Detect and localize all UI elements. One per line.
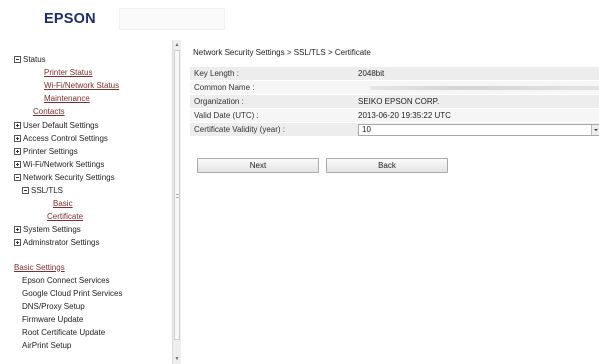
page-header: EPSON bbox=[0, 0, 599, 36]
scroll-grip-icon bbox=[176, 194, 179, 198]
sidebar-item-label: Printer Status bbox=[44, 68, 93, 78]
sidebar-item-label: Maintenance bbox=[44, 94, 90, 104]
valid-date-row: Valid Date (UTC) : 2013-06-20 19:35:22 U… bbox=[190, 109, 599, 123]
sidebar-item-basic-settings[interactable]: Basic Settings bbox=[14, 262, 65, 273]
certificate-info-table: Key Length : 2048bit Common Name : Organ… bbox=[190, 67, 599, 137]
sidebar-item-status[interactable]: Status bbox=[14, 54, 46, 65]
scroll-down-arrow-icon[interactable]: ▼ bbox=[173, 355, 181, 363]
sidebar-item-label: Network Security Settings bbox=[23, 172, 115, 182]
sidebar-item-certificate[interactable]: Certificate bbox=[47, 211, 83, 222]
collapse-minus-icon[interactable] bbox=[14, 173, 21, 181]
valid-date-label: Valid Date (UTC) : bbox=[194, 111, 259, 120]
expand-plus-icon[interactable] bbox=[14, 147, 21, 155]
sidebar-item-basic[interactable]: Basic bbox=[53, 198, 73, 209]
sidebar-item-label: Root Certificate Update bbox=[22, 328, 106, 337]
dropdown-arrow-icon[interactable] bbox=[591, 125, 599, 135]
sidebar-item-label: Firmware Update bbox=[22, 314, 84, 324]
epson-logo: EPSON bbox=[44, 11, 96, 27]
expand-plus-icon[interactable] bbox=[14, 226, 21, 234]
sidebar-item-wi-fi-network-status[interactable]: Wi-Fi/Network Status bbox=[44, 80, 119, 91]
common-name-label: Common Name : bbox=[194, 83, 255, 92]
header-blank-area bbox=[119, 8, 225, 30]
organization-value: SEIKO EPSON CORP. bbox=[358, 97, 440, 106]
common-name-value-blurred bbox=[370, 86, 599, 90]
sidebar-item-printer-status[interactable]: Printer Status bbox=[44, 67, 92, 78]
expand-plus-icon[interactable] bbox=[14, 134, 21, 142]
collapse-minus-icon[interactable] bbox=[14, 56, 21, 63]
sidebar-item-maintenance[interactable]: Maintenance bbox=[44, 93, 90, 104]
sidebar-item-label: DNS/Proxy Setup bbox=[22, 301, 85, 311]
sidebar-item-user-default-settings[interactable]: User Default Settings bbox=[14, 120, 99, 131]
sidebar-item-contacts[interactable]: Contacts bbox=[33, 106, 65, 117]
sidebar-item-access-control-settings[interactable]: Access Control Settings bbox=[14, 133, 108, 144]
certificate-validity-selected: 10 bbox=[362, 125, 371, 134]
sidebar-item-network-security-settings[interactable]: Network Security Settings bbox=[14, 172, 115, 183]
sidebar-item-printer-settings[interactable]: Printer Settings bbox=[14, 146, 78, 157]
key-length-row: Key Length : 2048bit bbox=[190, 67, 599, 81]
sidebar-scrollbar[interactable]: ▲ ▼ bbox=[172, 40, 181, 364]
sidebar-nav: Status Printer Status Wi-Fi/Network Status… bbox=[14, 42, 172, 364]
sidebar-item-label: Wi-Fi/Network Settings bbox=[23, 159, 105, 169]
sidebar-item-label: Wi-Fi/Network Status bbox=[44, 81, 120, 91]
breadcrumb: Network Security Settings > SSL/TLS > Ce… bbox=[193, 48, 371, 57]
sidebar-item-label: Adminstrator Settings bbox=[23, 238, 100, 248]
sidebar-item-label: Epson Connect Services bbox=[22, 275, 110, 285]
certificate-validity-select[interactable]: 10 bbox=[358, 124, 599, 136]
sidebar-item-label: System Settings bbox=[23, 225, 81, 235]
sidebar-item-label: Certificate bbox=[47, 212, 84, 222]
sidebar-item-root-certificate-update[interactable]: Root Certificate Update bbox=[22, 327, 105, 338]
sidebar-item-google-cloud-print-services[interactable]: Google Cloud Print Services bbox=[22, 288, 123, 299]
main-content: Network Security Settings > SSL/TLS > Ce… bbox=[182, 40, 599, 364]
sidebar-item-dns-proxy-setup[interactable]: DNS/Proxy Setup bbox=[22, 301, 85, 312]
sidebar-item-system-settings[interactable]: System Settings bbox=[14, 224, 81, 235]
sidebar-item-label: User Default Settings bbox=[23, 120, 99, 130]
sidebar-item-adminstrator-settings[interactable]: Adminstrator Settings bbox=[14, 237, 99, 248]
organization-label: Organization : bbox=[194, 97, 244, 106]
collapse-minus-icon[interactable] bbox=[22, 187, 29, 194]
sidebar-item-label: Access Control Settings bbox=[23, 133, 108, 143]
sidebar-item-label: AirPrint Setup bbox=[22, 341, 72, 351]
expand-plus-icon[interactable] bbox=[14, 239, 21, 247]
sidebar-item-label: Basic Settings bbox=[14, 262, 65, 272]
scroll-thumb[interactable] bbox=[174, 50, 180, 340]
back-button[interactable]: Back bbox=[326, 158, 448, 173]
sidebar-item-firmware-update[interactable]: Firmware Update bbox=[22, 314, 83, 325]
sidebar-item-label: SSL/TLS bbox=[31, 186, 64, 195]
next-button[interactable]: Next bbox=[197, 158, 319, 173]
expand-plus-icon[interactable] bbox=[14, 160, 21, 168]
key-length-label: Key Length : bbox=[194, 69, 239, 78]
key-length-value: 2048bit bbox=[358, 69, 385, 78]
scroll-up-arrow-icon[interactable]: ▲ bbox=[173, 41, 181, 49]
sidebar-item-label: Google Cloud Print Services bbox=[22, 288, 123, 298]
certificate-validity-label: Certificate Validity (year) : bbox=[194, 125, 285, 134]
valid-date-value: 2013-06-20 19:35:22 UTC bbox=[358, 111, 451, 120]
sidebar-item-wi-fi-network-settings[interactable]: Wi-Fi/Network Settings bbox=[14, 159, 104, 170]
sidebar-item-label: Status bbox=[23, 55, 46, 64]
sidebar-item-label: Basic bbox=[53, 199, 73, 209]
common-name-row: Common Name : bbox=[190, 81, 599, 95]
sidebar-item-label: Printer Settings bbox=[23, 146, 78, 156]
sidebar-item-epson-connect-services[interactable]: Epson Connect Services bbox=[22, 275, 110, 286]
organization-row: Organization : SEIKO EPSON CORP. bbox=[190, 95, 599, 109]
expand-plus-icon[interactable] bbox=[14, 121, 21, 129]
certificate-validity-row: Certificate Validity (year) : 10 bbox=[190, 123, 599, 137]
sidebar-item-airprint-setup[interactable]: AirPrint Setup bbox=[22, 340, 71, 351]
sidebar-item-label: Contacts bbox=[33, 107, 65, 117]
sidebar-item-ssl-tls[interactable]: SSL/TLS bbox=[22, 185, 63, 196]
